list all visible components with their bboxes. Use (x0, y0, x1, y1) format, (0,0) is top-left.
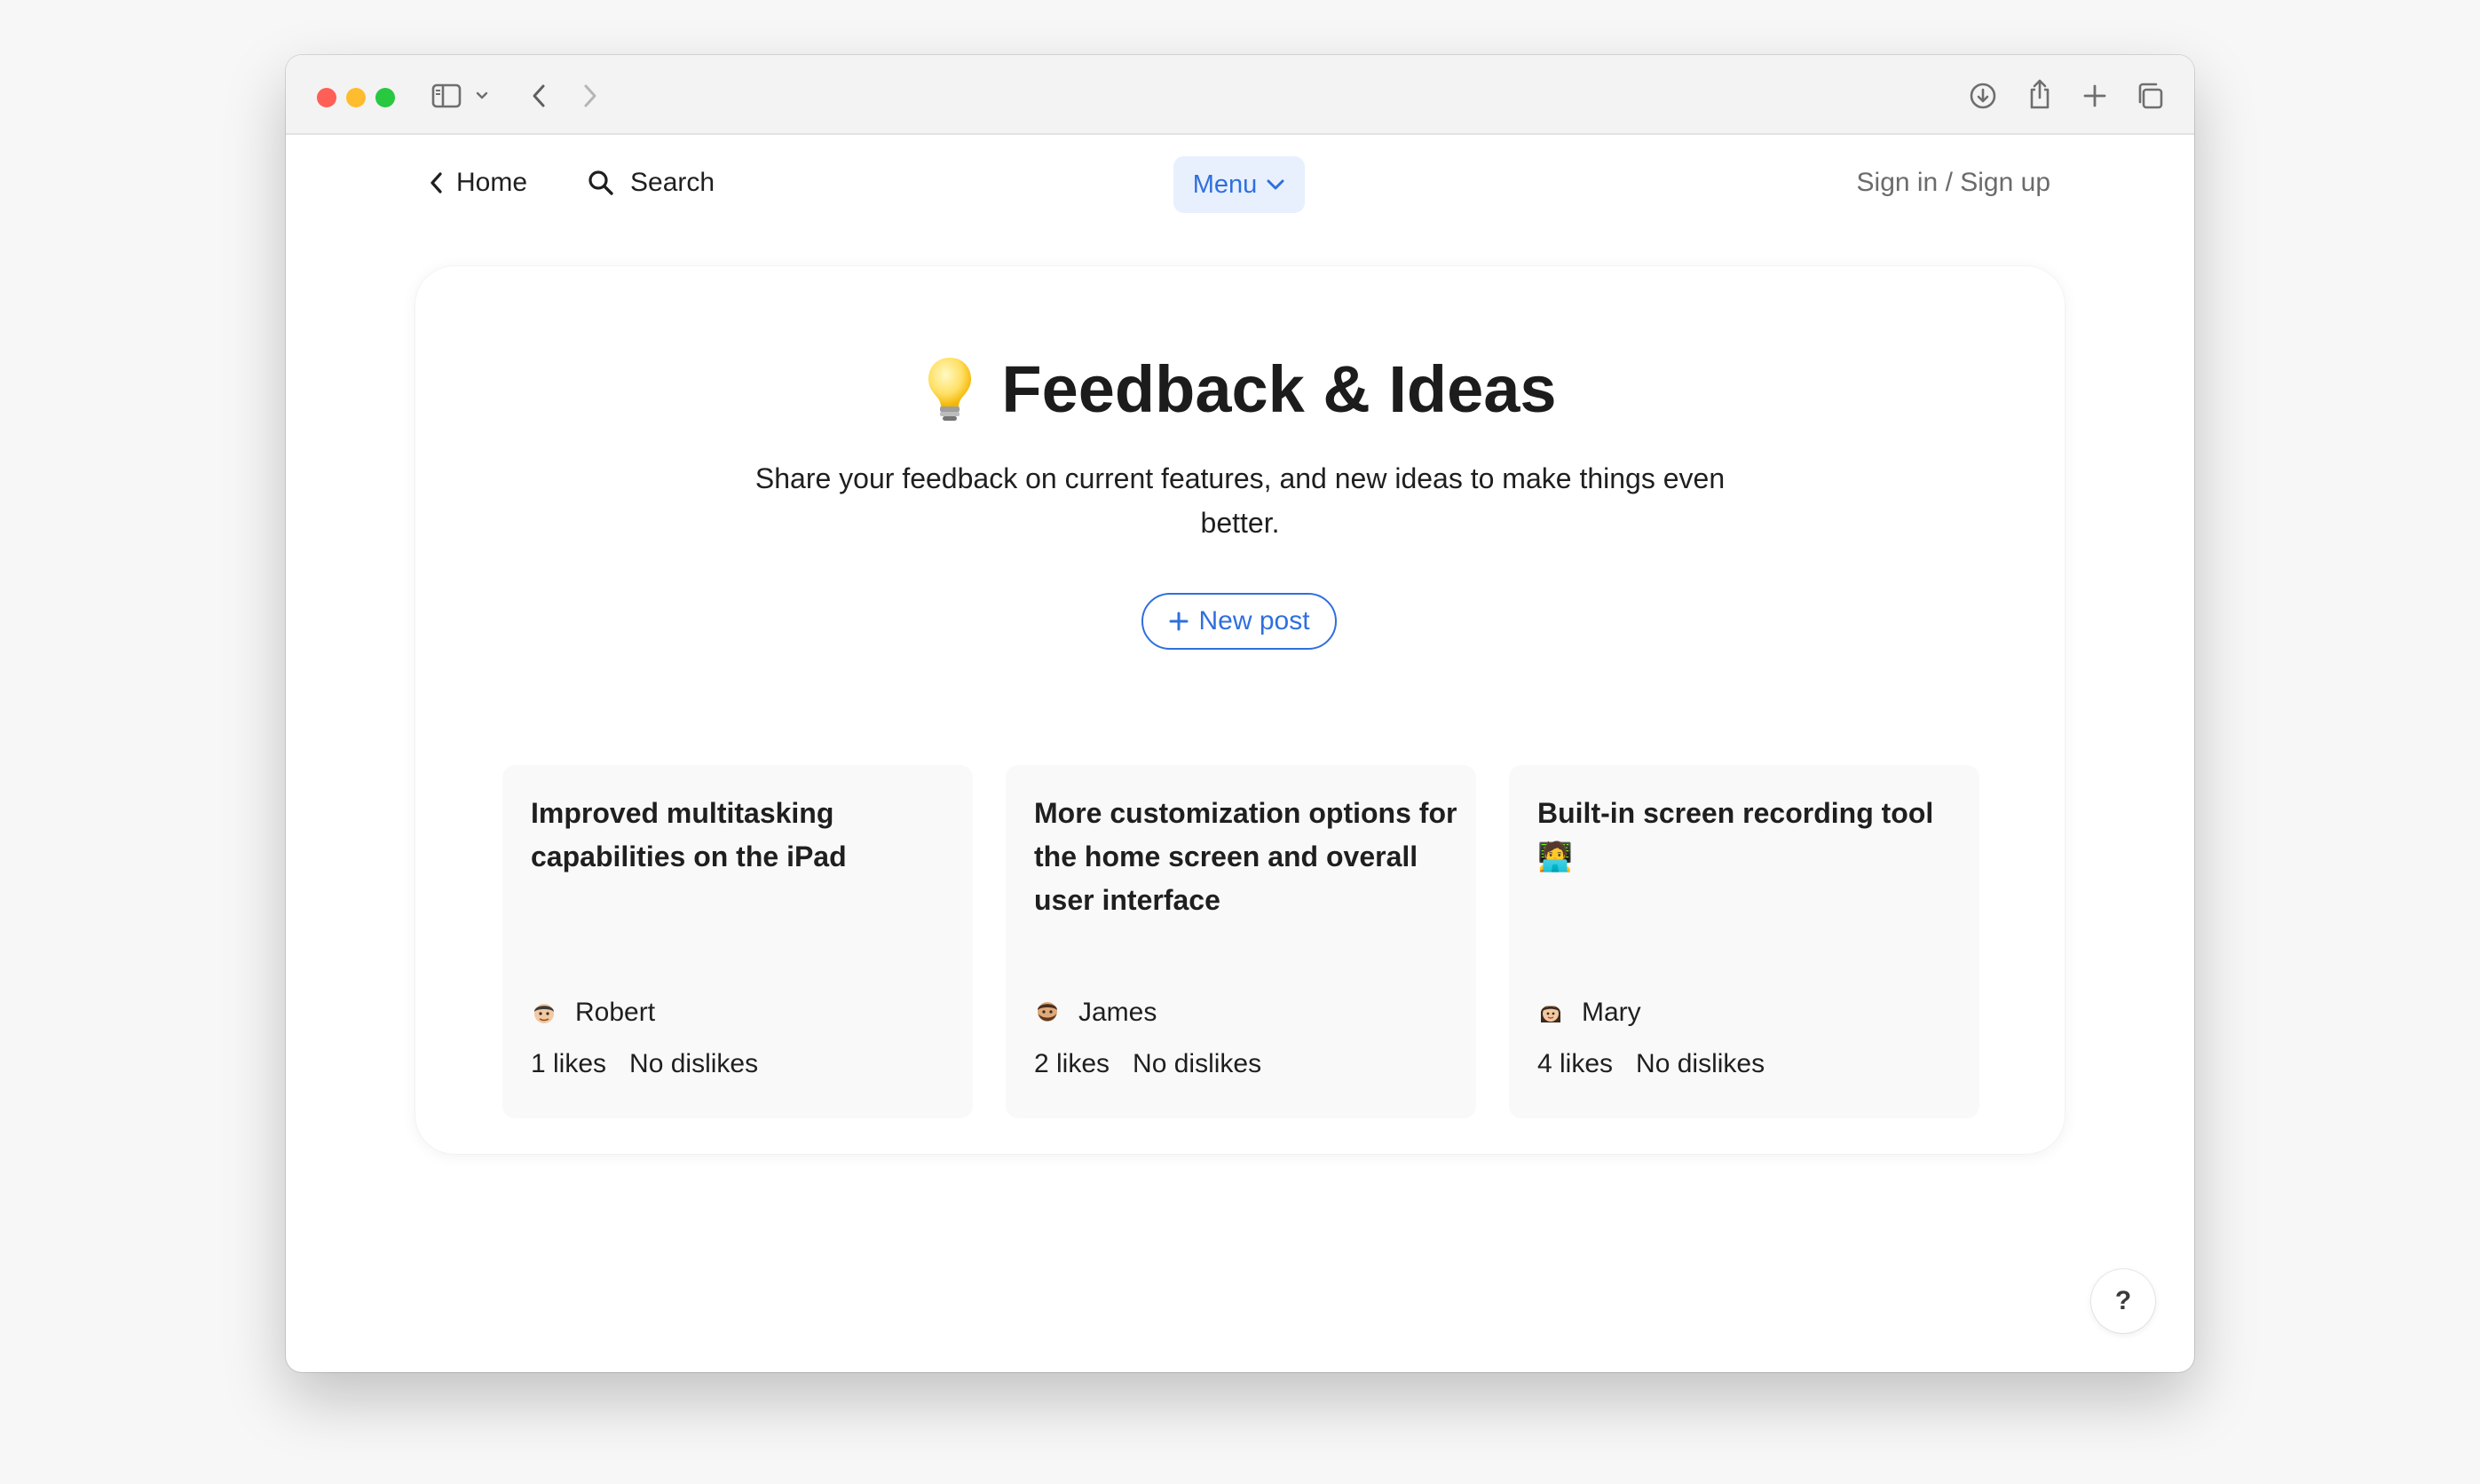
post-dislikes: No dislikes (1636, 1049, 1765, 1078)
plus-icon (1169, 612, 1189, 631)
menu-button-label: Menu (1192, 170, 1258, 199)
light-bulb-icon (928, 357, 972, 421)
post-author: Robert (531, 998, 655, 1028)
man-avatar-icon (534, 1004, 554, 1023)
signin-link[interactable]: Sign in / Sign up (1857, 156, 2050, 209)
post-author-name: James (1078, 998, 1157, 1027)
browser-toolbar (286, 55, 2194, 135)
close-window-button[interactable] (317, 88, 336, 107)
new-post-button[interactable]: New post (1141, 593, 1337, 650)
post-title: Improved multitasking capabilities on th… (531, 797, 847, 872)
new-tab-icon[interactable] (2079, 80, 2111, 112)
post-dislikes: No dislikes (629, 1049, 759, 1078)
back-icon[interactable] (525, 80, 552, 112)
menu-button[interactable]: Menu (1173, 156, 1305, 213)
post-title: More customization options for the home … (1034, 797, 1457, 916)
post-likes: 4 likes (1537, 1049, 1614, 1078)
post-stats: 1 likes No dislikes (531, 1049, 758, 1079)
woman-avatar-icon (1540, 1006, 1561, 1022)
share-icon[interactable] (2024, 76, 2056, 112)
post-author: Mary (1537, 998, 1641, 1028)
tabs-overview-icon[interactable] (2134, 80, 2166, 112)
post-author-name: Robert (575, 998, 656, 1027)
bearded-man-avatar-icon (1038, 1002, 1057, 1022)
post-stats: 2 likes No dislikes (1034, 1049, 1261, 1079)
page-title: Feedback & Ideas (415, 351, 2065, 427)
search-icon (588, 170, 613, 195)
feedback-board-card: Feedback & Ideas Share your feedback on … (415, 266, 2065, 1154)
site-navbar: Home Search Menu Sign in / Sign up (286, 137, 2194, 231)
search-link-label: Search (630, 168, 715, 197)
post-card[interactable]: More customization options for the home … (1006, 765, 1476, 1118)
home-link[interactable]: Home (430, 156, 527, 209)
forward-icon[interactable] (577, 80, 604, 112)
posts-grid: Improved multitasking capabilities on th… (502, 765, 1979, 1118)
sidebar-icon[interactable] (430, 80, 462, 112)
download-icon[interactable] (1967, 80, 1999, 112)
page-title-text: Feedback & Ideas (1001, 352, 1557, 426)
post-likes: 2 likes (1034, 1049, 1110, 1078)
new-post-label: New post (1198, 606, 1310, 635)
minimize-window-button[interactable] (346, 88, 366, 107)
help-button[interactable]: ? (2091, 1269, 2155, 1333)
post-author-name: Mary (1582, 998, 1641, 1027)
chevron-down-icon[interactable] (474, 87, 490, 105)
browser-window: Home Search Menu Sign in / Sign up Feedb… (286, 55, 2194, 1372)
page-subtitle: Share your feedback on current features,… (754, 462, 1726, 539)
post-title: Built-in screen recording tool 🧑‍💻 (1537, 797, 1934, 872)
post-author: James (1034, 998, 1157, 1028)
post-card[interactable]: Built-in screen recording tool 🧑‍💻 Mary … (1509, 765, 1979, 1118)
home-link-label: Home (456, 168, 528, 197)
post-card[interactable]: Improved multitasking capabilities on th… (502, 765, 973, 1118)
post-stats: 4 likes No dislikes (1537, 1049, 1765, 1079)
zoom-window-button[interactable] (375, 88, 395, 107)
post-dislikes: No dislikes (1133, 1049, 1262, 1078)
chevron-left-icon (430, 172, 442, 193)
chevron-down-icon (1267, 179, 1284, 190)
post-likes: 1 likes (531, 1049, 607, 1078)
search-link[interactable]: Search (588, 156, 715, 209)
